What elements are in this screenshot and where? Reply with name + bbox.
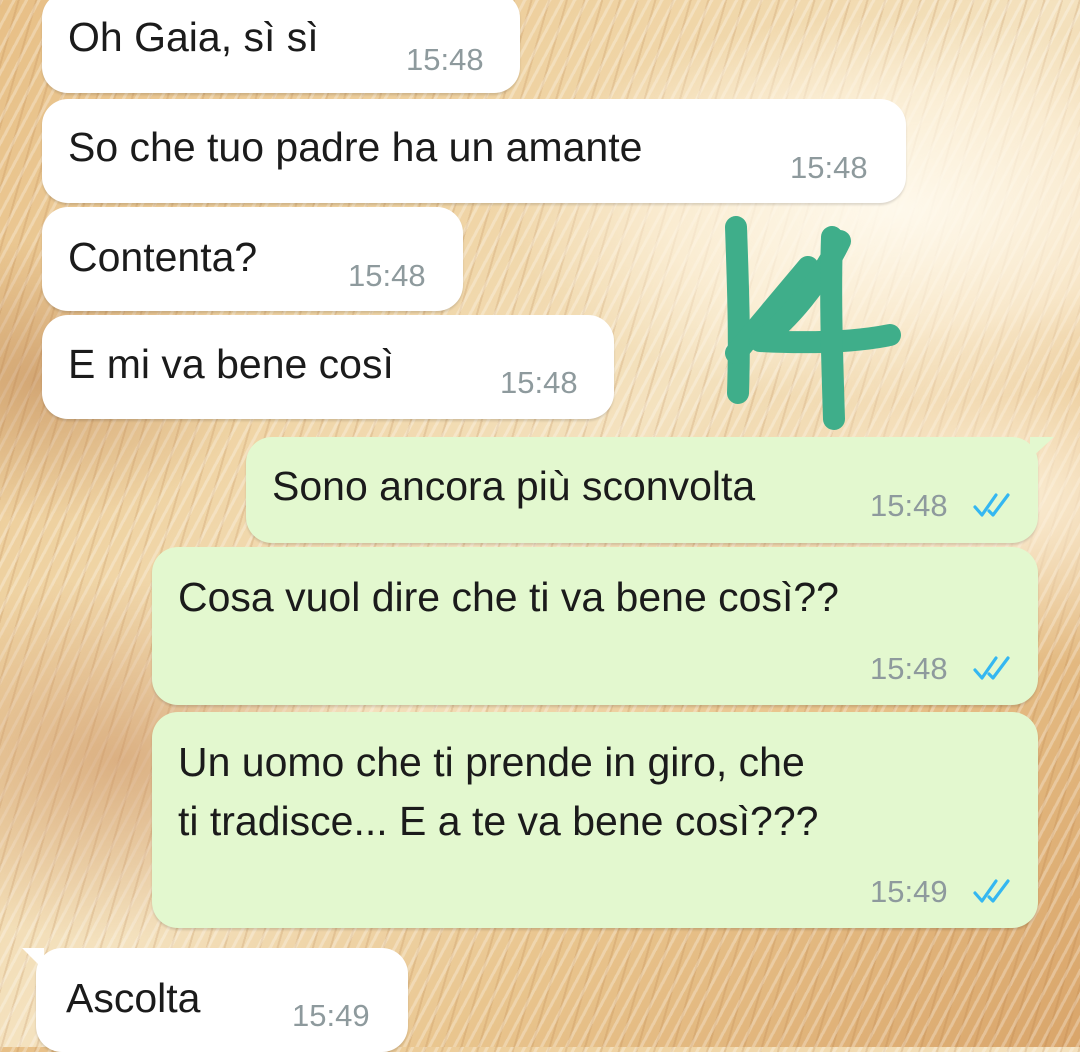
bubble-tail: [22, 948, 44, 970]
message-text: Un uomo che ti prende in giro, che: [178, 739, 805, 785]
message-text: So che tuo padre ha un amante: [68, 124, 643, 170]
message-text: Cosa vuol dire che ti va bene così??: [178, 574, 839, 620]
message-timestamp: 15:48: [406, 42, 484, 77]
handwritten-number-overlay: [725, 216, 901, 430]
message-bubble-incoming[interactable]: E mi va bene così 15:48: [42, 315, 614, 419]
message-bubble-outgoing[interactable]: Sono ancora più sconvolta 15:48: [246, 437, 1054, 543]
message-text: Oh Gaia, sì sì: [68, 14, 319, 60]
double-check-icon: [973, 656, 1010, 680]
message-text: Ascolta: [66, 975, 201, 1021]
message-text: E mi va bene così: [68, 341, 394, 387]
message-bubble-outgoing[interactable]: Cosa vuol dire che ti va bene così?? 15:…: [152, 547, 1038, 705]
message-timestamp: 15:48: [348, 258, 426, 293]
bubble-tail: [1030, 437, 1054, 459]
message-timestamp: 15:49: [870, 874, 948, 909]
double-check-icon: [973, 879, 1010, 903]
message-timestamp: 15:48: [870, 488, 948, 523]
message-text: ti tradisce... E a te va bene così???: [178, 798, 819, 844]
message-timestamp: 15:48: [870, 651, 948, 686]
message-text: Sono ancora più sconvolta: [272, 463, 756, 509]
message-bubble-incoming[interactable]: Ascolta 15:49: [22, 948, 408, 1052]
message-bubble-incoming[interactable]: Contenta? 15:48: [42, 207, 463, 311]
message-timestamp: 15:49: [292, 998, 370, 1033]
message-timestamp: 15:48: [790, 150, 868, 185]
double-check-icon: [973, 493, 1010, 517]
message-bubble-incoming[interactable]: Oh Gaia, sì sì 15:48: [42, 0, 520, 93]
message-bubble-outgoing[interactable]: Un uomo che ti prende in giro, che ti tr…: [152, 712, 1038, 928]
message-timestamp: 15:48: [500, 365, 578, 400]
message-bubble-incoming[interactable]: So che tuo padre ha un amante 15:48: [42, 99, 906, 203]
message-text: Contenta?: [68, 234, 258, 280]
chat-message-list[interactable]: Oh Gaia, sì sì 15:48 So che tuo padre ha…: [0, 0, 1080, 1052]
